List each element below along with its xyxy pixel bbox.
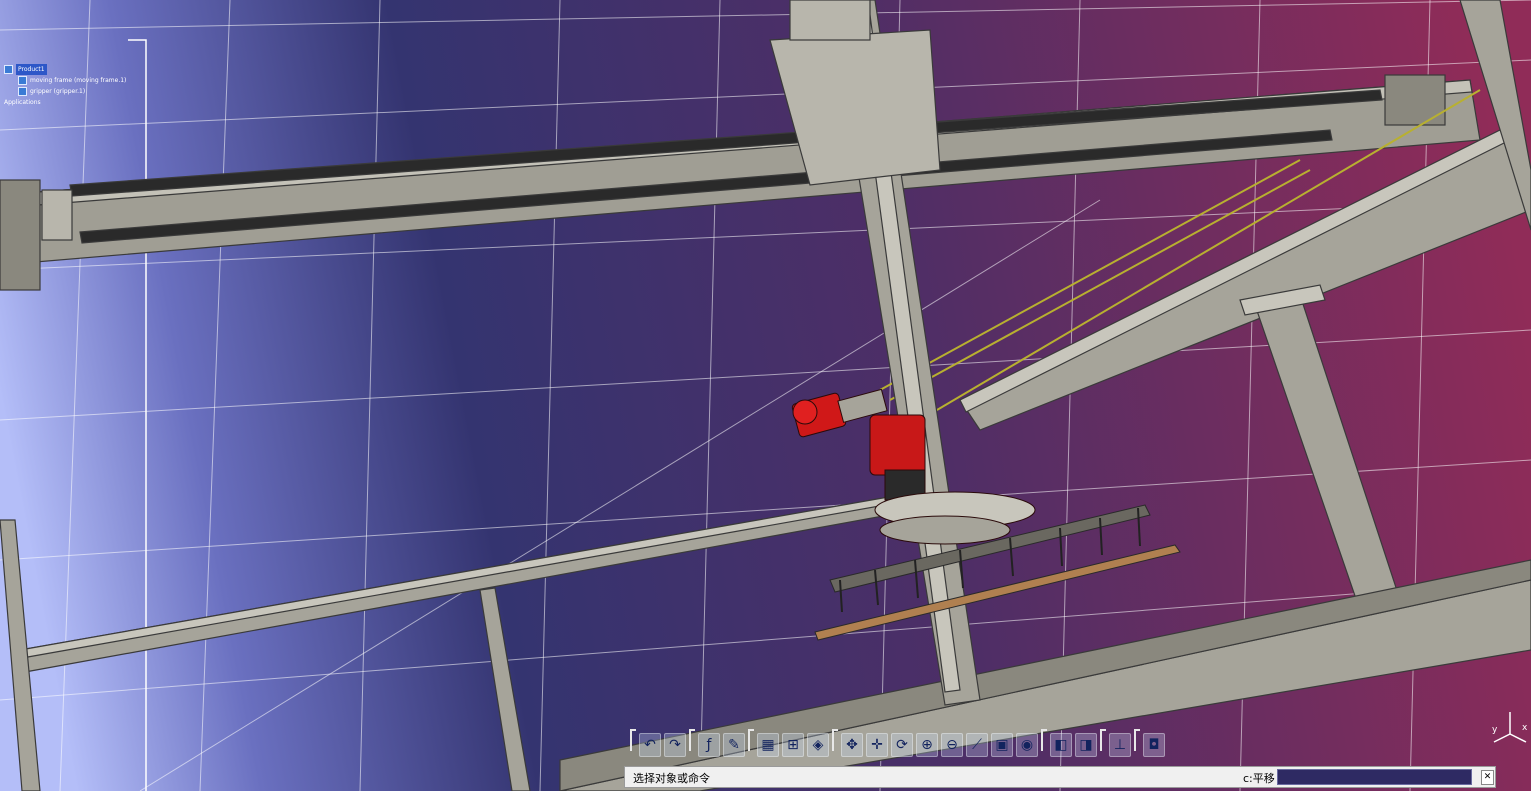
tree-item[interactable]: gripper (gripper.1) <box>4 86 126 97</box>
zoom-out-icon[interactable]: ⊖ <box>941 733 963 757</box>
toolbar-grip[interactable] <box>748 729 754 751</box>
tree-item-label: gripper (gripper.1) <box>30 88 86 95</box>
compass-widget[interactable]: y x <box>1490 710 1530 750</box>
toolbar-grip[interactable] <box>689 729 695 751</box>
command-input[interactable] <box>1277 769 1472 785</box>
zoom-in-icon[interactable]: ⊕ <box>916 733 938 757</box>
close-icon[interactable]: ✕ <box>1481 770 1494 785</box>
toolbar-grip[interactable] <box>1041 729 1047 751</box>
pan-icon[interactable]: ✛ <box>866 733 888 757</box>
capture-icon[interactable]: ◘ <box>1143 733 1165 757</box>
hide-show-icon[interactable]: ◧ <box>1050 733 1072 757</box>
normal-view-icon[interactable]: ⟋ <box>966 733 988 757</box>
part-icon <box>18 76 27 85</box>
tree-icon[interactable]: ⊞ <box>782 733 804 757</box>
status-bar: 选择对象或命令 c:平移 ✕ <box>624 766 1496 788</box>
measure-icon[interactable]: ⊥ <box>1109 733 1131 757</box>
toolbar-grip[interactable] <box>1134 729 1140 751</box>
part-icon <box>18 87 27 96</box>
applications-label: Applications <box>4 99 41 106</box>
formula-icon[interactable]: ƒ <box>698 733 720 757</box>
fit-all-icon[interactable]: ✥ <box>841 733 863 757</box>
axis-label-x: x <box>1522 723 1528 733</box>
toolbar-grip[interactable] <box>1100 729 1106 751</box>
undo-icon[interactable]: ↶ <box>639 733 661 757</box>
axis-label-y: y <box>1492 725 1498 735</box>
toolbar-grip[interactable] <box>832 729 838 751</box>
status-prompt: 选择对象或命令 <box>633 772 710 785</box>
spec-tree: Product1 moving frame (moving frame.1) g… <box>4 64 126 108</box>
iso-view-icon[interactable]: ▣ <box>991 733 1013 757</box>
tree-item-label: moving frame (moving frame.1) <box>30 77 127 84</box>
3d-viewport[interactable] <box>0 0 1531 791</box>
shading-icon[interactable]: ◉ <box>1016 733 1038 757</box>
tree-applications[interactable]: Applications <box>4 97 126 108</box>
lock-icon[interactable]: ◈ <box>807 733 829 757</box>
tree-root[interactable]: Product1 <box>4 64 126 75</box>
view-toolbar: ↶ ↷ ƒ ✎ ▦ ⊞ ◈ ✥ ✛ ⟳ ⊕ ⊖ ⟋ ▣ ◉ ◧ ◨ ⊥ ◘ <box>630 729 1165 760</box>
table-icon[interactable]: ▦ <box>757 733 779 757</box>
tree-root-label: Product1 <box>16 64 47 75</box>
rotate-icon[interactable]: ⟳ <box>891 733 913 757</box>
swap-visible-icon[interactable]: ◨ <box>1075 733 1097 757</box>
toolbar-grip[interactable] <box>630 729 636 751</box>
redo-icon[interactable]: ↷ <box>664 733 686 757</box>
command-label: c:平移 <box>1243 772 1275 785</box>
product-icon <box>4 65 13 74</box>
tree-item[interactable]: moving frame (moving frame.1) <box>4 75 126 86</box>
comment-icon[interactable]: ✎ <box>723 733 745 757</box>
